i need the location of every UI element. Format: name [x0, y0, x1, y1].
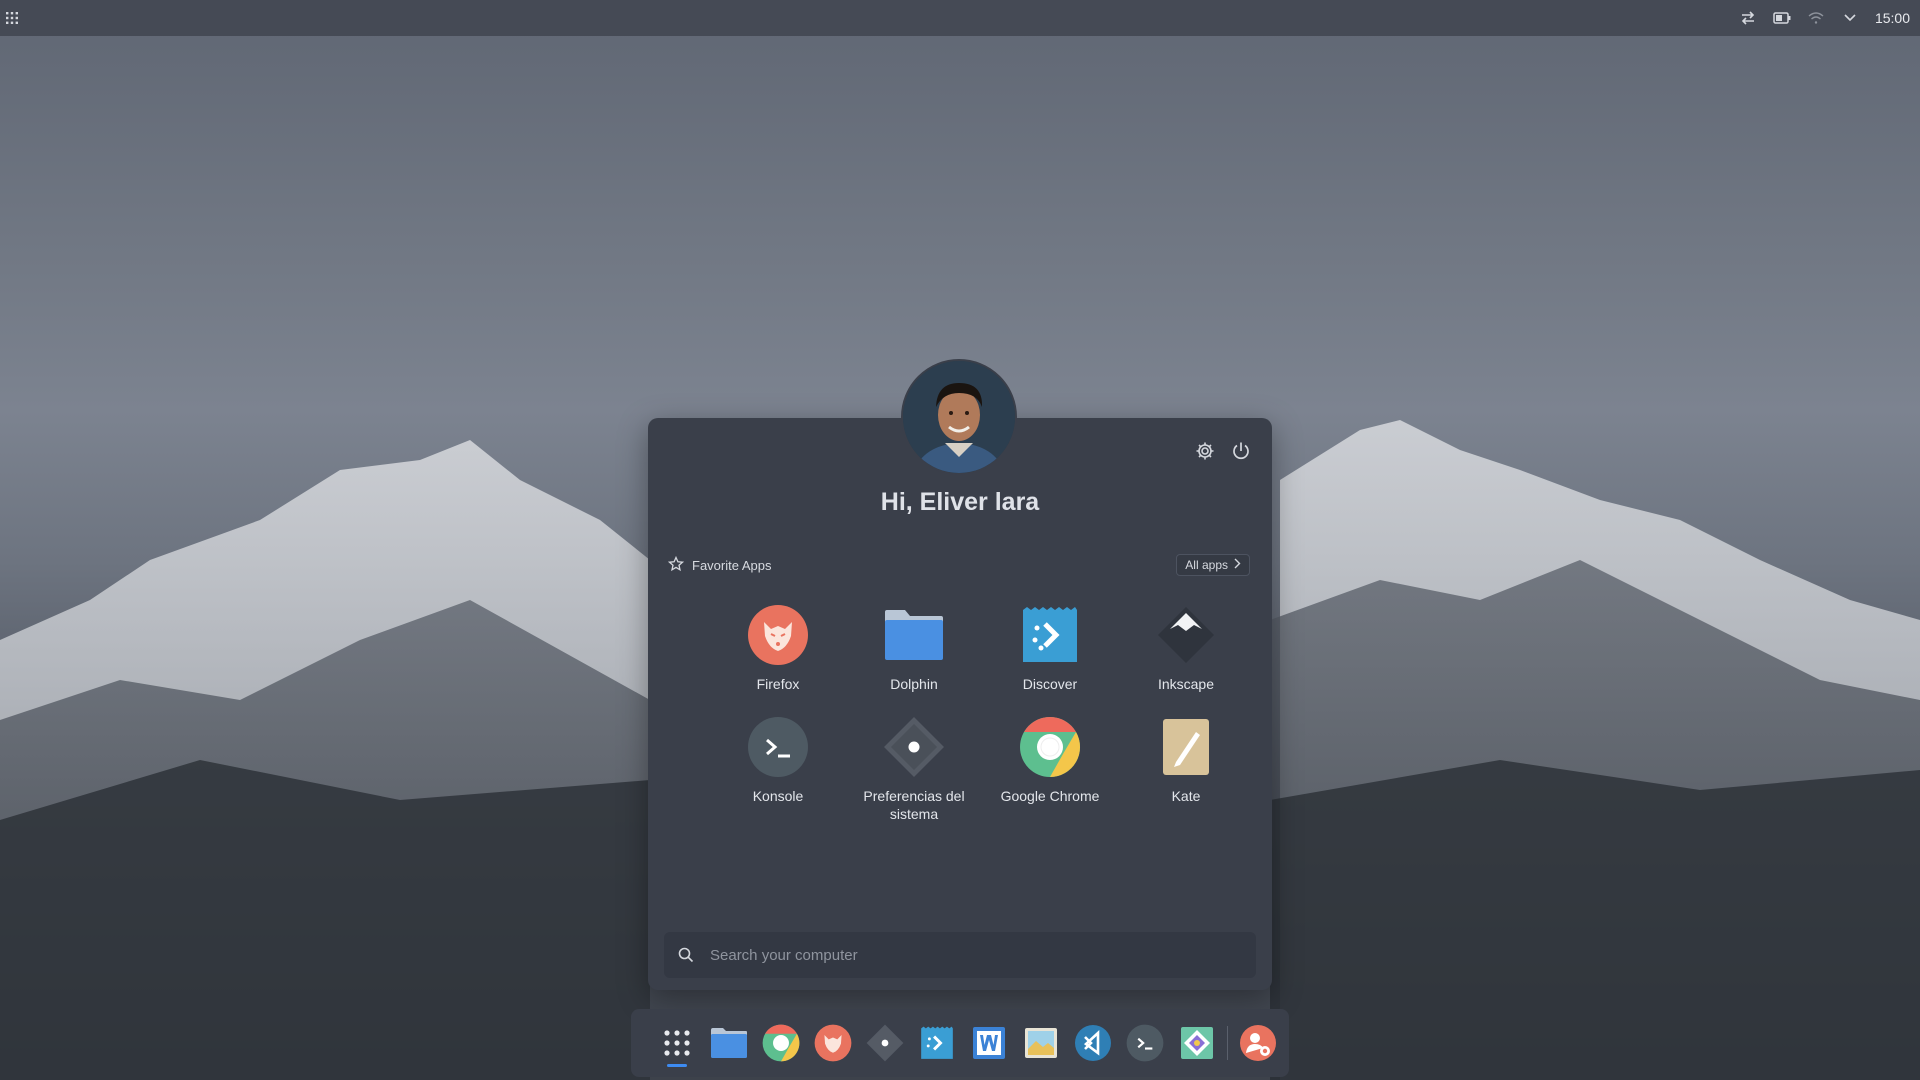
avatar[interactable] — [901, 359, 1017, 475]
app-label: Konsole — [752, 788, 804, 804]
chrome-icon[interactable] — [755, 1017, 807, 1069]
chevron-down-icon[interactable] — [1833, 0, 1867, 36]
top-panel: 15:00 — [0, 0, 1920, 36]
star-icon — [667, 555, 685, 575]
image-viewer-icon[interactable] — [1015, 1017, 1067, 1069]
launcher-menu: Hi, Eliver lara Favorite Apps All apps F… — [648, 418, 1272, 990]
system-settings-icon — [882, 715, 946, 779]
kde-store-icon[interactable] — [1171, 1017, 1223, 1069]
terminal-icon — [746, 715, 810, 779]
greeting: Hi, Eliver lara — [880, 488, 1040, 516]
app-label: Discover — [1022, 676, 1078, 692]
favorites-label: Favorite Apps — [692, 558, 772, 573]
battery-icon[interactable] — [1765, 0, 1799, 36]
app-firefox[interactable]: Firefox — [710, 603, 846, 693]
app-inkscape[interactable]: Inkscape — [1118, 603, 1254, 693]
favorites-header: Favorite Apps — [667, 555, 772, 575]
app-label: Firefox — [756, 676, 800, 692]
app-label: Preferencias del sistema — [863, 788, 965, 822]
folder-icon — [882, 603, 946, 667]
favorite-apps-grid: Firefox Dolphin Discover Inkscape Konsol… — [710, 603, 1254, 823]
transfer-icon[interactable] — [1731, 0, 1765, 36]
power-icon[interactable] — [1228, 438, 1254, 464]
inkscape-icon — [1154, 603, 1218, 667]
system-settings-icon[interactable] — [859, 1017, 911, 1069]
terminal-icon[interactable] — [1119, 1017, 1171, 1069]
folder-icon[interactable] — [703, 1017, 755, 1069]
app-kate[interactable]: Kate — [1118, 715, 1254, 823]
app-label: Inkscape — [1157, 676, 1215, 692]
search-icon — [678, 947, 698, 963]
wifi-icon[interactable] — [1799, 0, 1833, 36]
app-label: Kate — [1171, 788, 1201, 804]
user-switch-icon[interactable] — [1232, 1017, 1284, 1069]
app-grid-icon[interactable] — [5, 11, 19, 25]
chrome-icon — [1018, 715, 1082, 779]
vscode-icon[interactable] — [1067, 1017, 1119, 1069]
app-dolphin[interactable]: Dolphin — [846, 603, 982, 693]
search-bar[interactable] — [664, 932, 1256, 978]
kate-icon — [1154, 715, 1218, 779]
discover-icon — [1018, 603, 1082, 667]
app-grid-icon[interactable] — [651, 1017, 703, 1069]
all-apps-label: All apps — [1185, 558, 1228, 572]
app-label: Google Chrome — [1000, 788, 1100, 804]
search-input[interactable] — [710, 946, 1230, 964]
discover-icon[interactable] — [911, 1017, 963, 1069]
app-google-chrome[interactable]: Google Chrome — [982, 715, 1118, 823]
system-tray: 15:00 — [1731, 0, 1920, 36]
active-indicator — [667, 1064, 687, 1067]
dock — [631, 1009, 1289, 1077]
firefox-icon[interactable] — [807, 1017, 859, 1069]
app-system-settings[interactable]: Preferencias del sistema — [846, 715, 982, 823]
app-discover[interactable]: Discover — [982, 603, 1118, 693]
all-apps-button[interactable]: All apps — [1176, 554, 1250, 576]
app-label: Dolphin — [890, 676, 938, 692]
dock-separator — [1227, 1026, 1228, 1060]
app-konsole[interactable]: Konsole — [710, 715, 846, 823]
firefox-icon — [746, 603, 810, 667]
chevron-right-icon — [1234, 558, 1241, 572]
clock[interactable]: 15:00 — [1867, 10, 1920, 26]
gear-icon[interactable] — [1192, 438, 1218, 464]
writer-icon[interactable] — [963, 1017, 1015, 1069]
